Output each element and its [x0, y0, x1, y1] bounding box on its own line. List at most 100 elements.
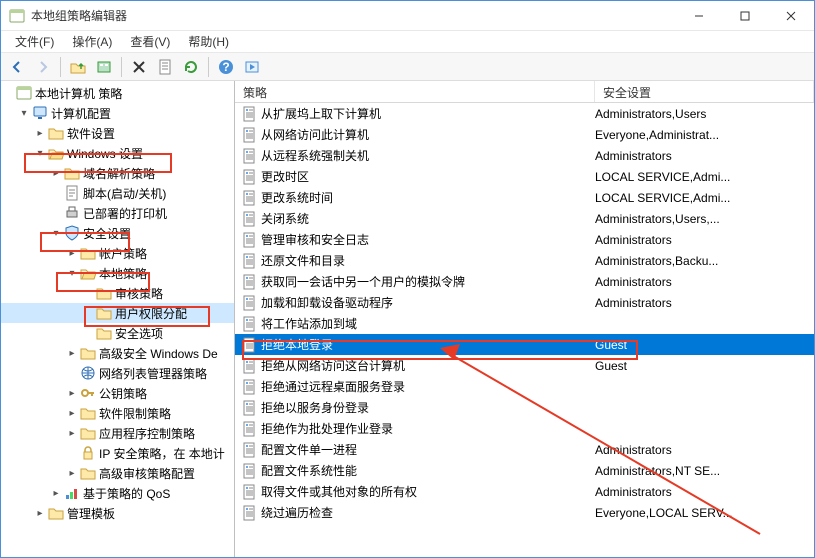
tree-pane[interactable]: 本地计算机 策略▾计算机配置▸软件设置▾Windows 设置▸域名解析策略脚本(…: [1, 81, 235, 557]
expand-icon[interactable]: ▸: [65, 386, 79, 400]
tree-advanced-audit[interactable]: ▸高级审核策略配置: [1, 463, 234, 483]
policy-value: Everyone,LOCAL SERV...: [595, 506, 814, 520]
expand-icon[interactable]: [65, 366, 79, 380]
policy-row[interactable]: 将工作站添加到域: [235, 313, 814, 334]
view-button[interactable]: [92, 55, 116, 79]
policy-row[interactable]: 绕过遍历检查Everyone,LOCAL SERV...: [235, 502, 814, 523]
expand-icon[interactable]: [49, 186, 63, 200]
expand-icon[interactable]: ▾: [65, 266, 79, 280]
minimize-button[interactable]: [676, 1, 722, 30]
expand-icon[interactable]: ▸: [49, 486, 63, 500]
policy-label: 从扩展坞上取下计算机: [261, 105, 595, 122]
policy-row[interactable]: 更改系统时间LOCAL SERVICE,Admi...: [235, 187, 814, 208]
tree-security-options[interactable]: 安全选项: [1, 323, 234, 343]
tree-security-settings[interactable]: ▾安全设置: [1, 223, 234, 243]
refresh-button[interactable]: [179, 55, 203, 79]
tree-icon: [80, 445, 96, 461]
policy-row[interactable]: 从扩展坞上取下计算机Administrators,Users: [235, 103, 814, 124]
policy-row[interactable]: 拒绝本地登录Guest: [235, 334, 814, 355]
expand-icon[interactable]: [1, 86, 15, 100]
maximize-button[interactable]: [722, 1, 768, 30]
expand-icon[interactable]: ▸: [65, 426, 79, 440]
policy-icon: [241, 463, 257, 479]
expand-icon[interactable]: [81, 326, 95, 340]
policy-row[interactable]: 配置文件单一进程Administrators: [235, 439, 814, 460]
policy-row[interactable]: 关闭系统Administrators,Users,...: [235, 208, 814, 229]
expand-icon[interactable]: [81, 306, 95, 320]
expand-icon[interactable]: ▸: [65, 246, 79, 260]
policy-row[interactable]: 获取同一会话中另一个用户的模拟令牌Administrators: [235, 271, 814, 292]
tree-root[interactable]: 本地计算机 策略: [1, 83, 234, 103]
play-button[interactable]: [240, 55, 264, 79]
tree-deployed-printers[interactable]: 已部署的打印机: [1, 203, 234, 223]
policy-row[interactable]: 更改时区LOCAL SERVICE,Admi...: [235, 166, 814, 187]
tree-icon: [80, 425, 96, 441]
delete-button[interactable]: [127, 55, 151, 79]
expand-icon[interactable]: ▸: [65, 406, 79, 420]
policy-row[interactable]: 还原文件和目录Administrators,Backu...: [235, 250, 814, 271]
tree-scripts[interactable]: 脚本(启动/关机): [1, 183, 234, 203]
list-body[interactable]: 从扩展坞上取下计算机Administrators,Users从网络访问此计算机E…: [235, 103, 814, 557]
tree-account-policies[interactable]: ▸帐户策略: [1, 243, 234, 263]
policy-row[interactable]: 配置文件系统性能Administrators,NT SE...: [235, 460, 814, 481]
policy-label: 加载和卸载设备驱动程序: [261, 294, 595, 311]
column-policy[interactable]: 策略: [235, 81, 595, 102]
tree-computer-config[interactable]: ▾计算机配置: [1, 103, 234, 123]
tree-nlm-policies[interactable]: 网络列表管理器策略: [1, 363, 234, 383]
policy-row[interactable]: 拒绝作为批处理作业登录: [235, 418, 814, 439]
tree-software-settings[interactable]: ▸软件设置: [1, 123, 234, 143]
policy-value: Administrators: [595, 296, 814, 310]
expand-icon[interactable]: [49, 206, 63, 220]
up-button[interactable]: [66, 55, 90, 79]
tree-label: 应用程序控制策略: [99, 425, 201, 442]
tree-label: 高级安全 Windows De: [99, 345, 224, 362]
policy-row[interactable]: 取得文件或其他对象的所有权Administrators: [235, 481, 814, 502]
tree-audit-policy[interactable]: 审核策略: [1, 283, 234, 303]
back-button[interactable]: [5, 55, 29, 79]
tree-dns-policy[interactable]: ▸域名解析策略: [1, 163, 234, 183]
policy-icon: [241, 106, 257, 122]
expand-icon[interactable]: ▸: [65, 466, 79, 480]
tree-user-rights[interactable]: 用户权限分配: [1, 303, 234, 323]
expand-icon[interactable]: ▾: [49, 226, 63, 240]
expand-icon[interactable]: ▸: [49, 166, 63, 180]
policy-row[interactable]: 从网络访问此计算机Everyone,Administrat...: [235, 124, 814, 145]
forward-button[interactable]: [31, 55, 55, 79]
tree-qos[interactable]: ▸基于策略的 QoS: [1, 483, 234, 503]
close-button[interactable]: [768, 1, 814, 30]
expand-icon[interactable]: [81, 286, 95, 300]
tree-windows-settings[interactable]: ▾Windows 设置: [1, 143, 234, 163]
expand-icon[interactable]: ▾: [33, 146, 47, 160]
tree-icon: [16, 85, 32, 101]
expand-icon[interactable]: [65, 446, 79, 460]
policy-icon: [241, 127, 257, 143]
column-security-setting[interactable]: 安全设置: [595, 81, 814, 102]
expand-icon[interactable]: ▸: [33, 126, 47, 140]
policy-row[interactable]: 管理审核和安全日志Administrators: [235, 229, 814, 250]
policy-icon: [241, 484, 257, 500]
expand-icon[interactable]: ▸: [65, 346, 79, 360]
expand-icon[interactable]: ▾: [17, 106, 31, 120]
menu-action[interactable]: 操作(A): [64, 31, 120, 52]
policy-row[interactable]: 从远程系统强制关机Administrators: [235, 145, 814, 166]
tree-admin-templates[interactable]: ▸管理模板: [1, 503, 234, 523]
tree-icon: [64, 185, 80, 201]
menu-file[interactable]: 文件(F): [7, 31, 62, 52]
policy-row[interactable]: 拒绝通过远程桌面服务登录: [235, 376, 814, 397]
tree-software-restriction[interactable]: ▸软件限制策略: [1, 403, 234, 423]
tree-app-control[interactable]: ▸ 应用程序控制策略: [1, 423, 234, 443]
tree-windows-defender[interactable]: ▸ 高级安全 Windows De: [1, 343, 234, 363]
tree-local-policies[interactable]: ▾本地策略: [1, 263, 234, 283]
policy-row[interactable]: 拒绝从网络访问这台计算机Guest: [235, 355, 814, 376]
policy-icon: [241, 169, 257, 185]
menu-view[interactable]: 查看(V): [122, 31, 178, 52]
policy-row[interactable]: 加载和卸载设备驱动程序Administrators: [235, 292, 814, 313]
policy-row[interactable]: 拒绝以服务身份登录: [235, 397, 814, 418]
tree-icon: [64, 485, 80, 501]
menu-help[interactable]: 帮助(H): [180, 31, 237, 52]
help-button[interactable]: [214, 55, 238, 79]
expand-icon[interactable]: ▸: [33, 506, 47, 520]
properties-button[interactable]: [153, 55, 177, 79]
tree-ip-security[interactable]: IP 安全策略，在 本地计: [1, 443, 234, 463]
tree-public-key-policies[interactable]: ▸公钥策略: [1, 383, 234, 403]
